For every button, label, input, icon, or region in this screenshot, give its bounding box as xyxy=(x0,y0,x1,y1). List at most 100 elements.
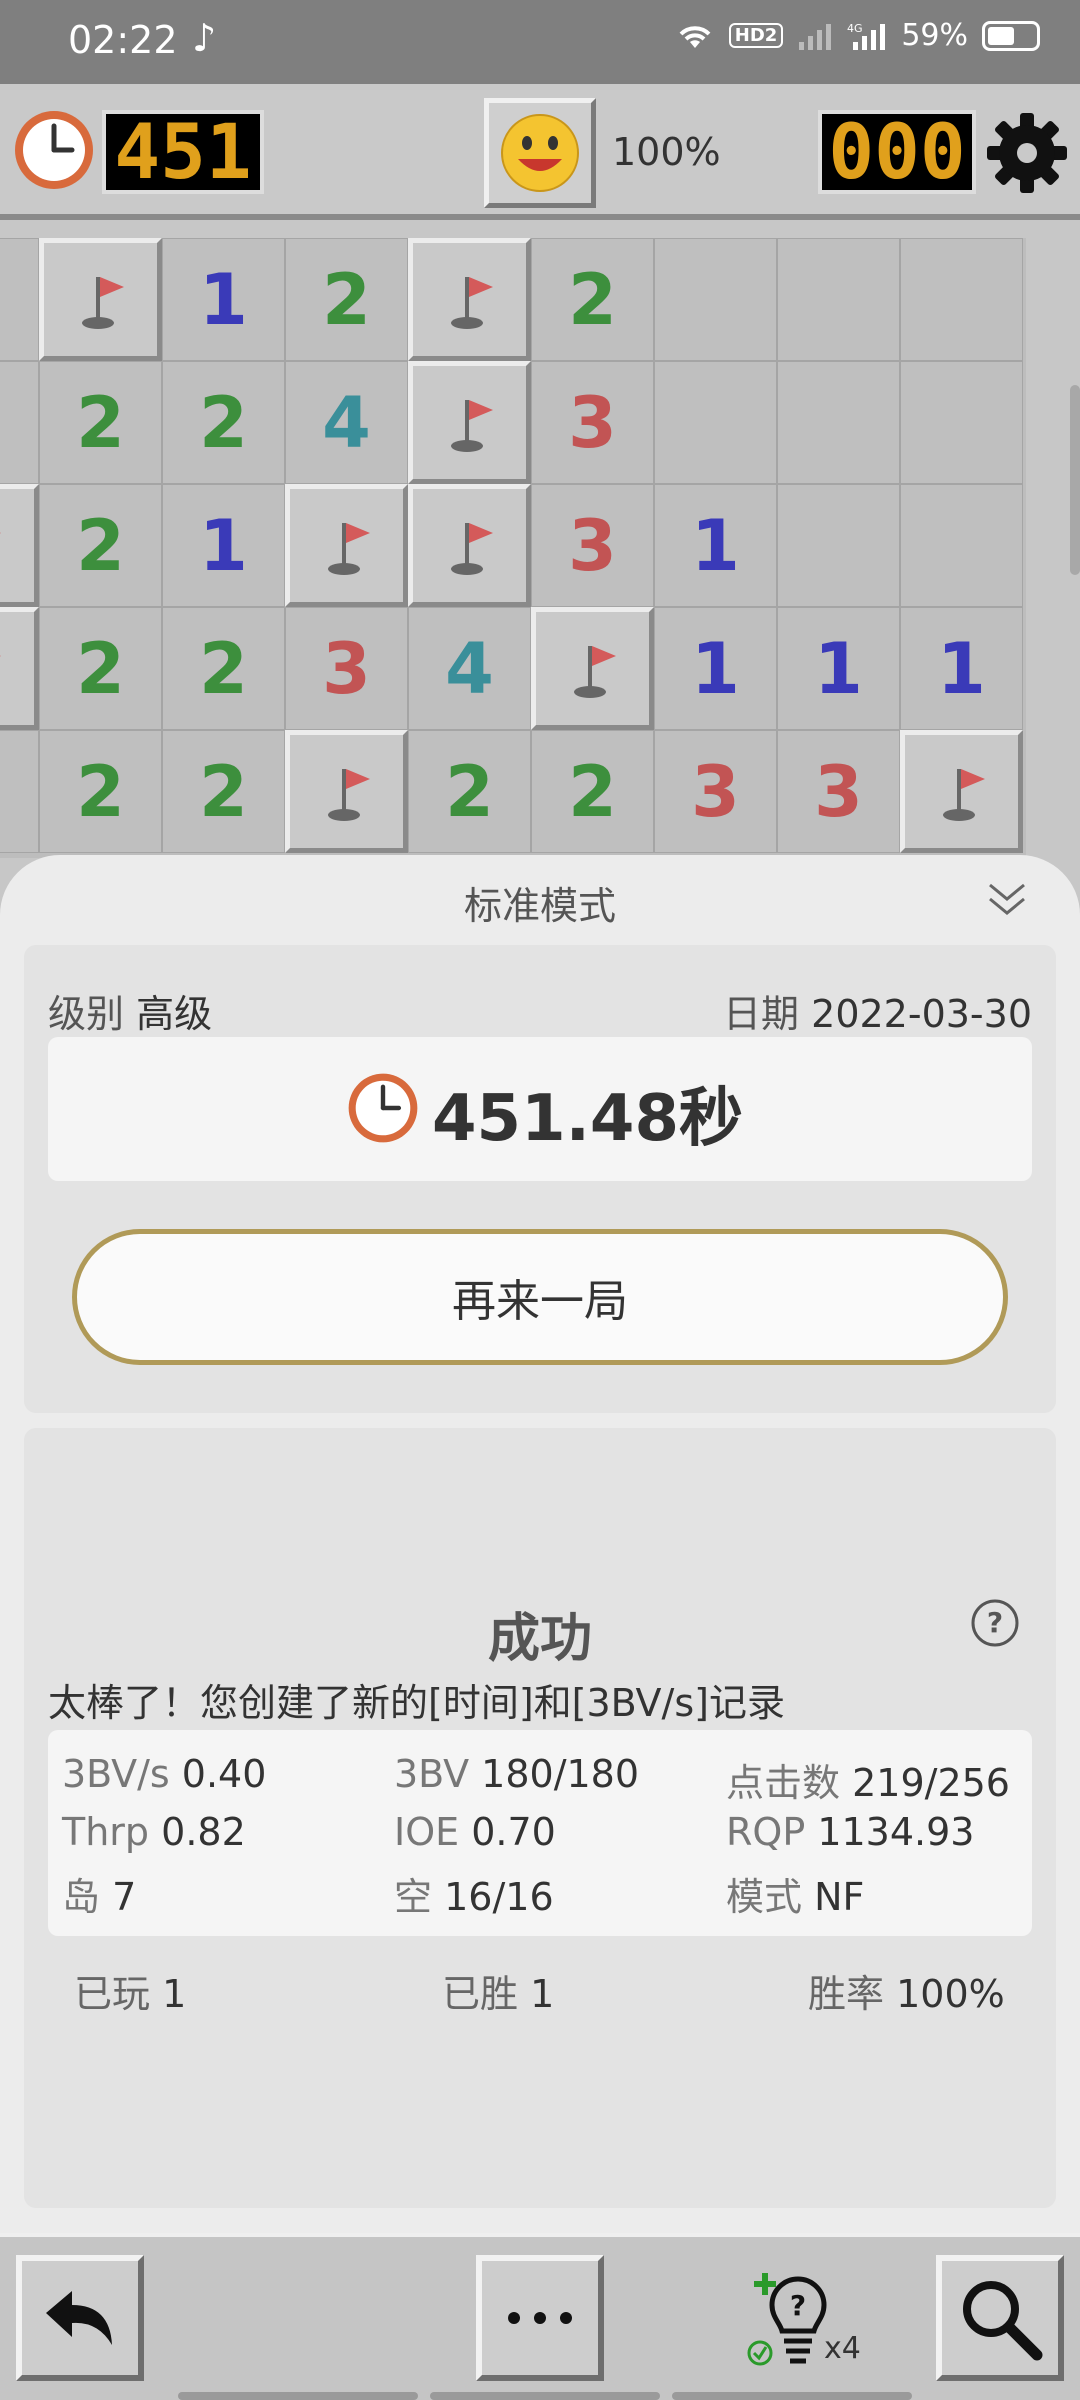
number-cell[interactable]: 4 xyxy=(408,607,531,730)
result-card: 级别 高级 日期 2022-03-30 451.48秒 再来一局 xyxy=(24,945,1056,1413)
number-cell[interactable]: 1 xyxy=(777,607,900,730)
empty-cell[interactable] xyxy=(777,361,900,484)
bottom-toolbar: ? x4 xyxy=(0,2233,1080,2400)
stat-label: 岛 xyxy=(62,1875,101,1919)
final-time-box: 451.48秒 xyxy=(48,1037,1032,1181)
clock-icon xyxy=(15,111,93,189)
number-cell[interactable]: 3 xyxy=(654,730,777,853)
date-value: 2022-03-30 xyxy=(811,992,1032,1036)
empty-cell[interactable] xyxy=(654,238,777,361)
empty-cell[interactable] xyxy=(654,361,777,484)
result-sheet: 标准模式 级别 高级 日期 2022-03-30 451.48秒 再来一局 成功 xyxy=(0,855,1080,2235)
more-button[interactable] xyxy=(476,2255,604,2381)
stat-value: 0.82 xyxy=(161,1810,246,1854)
summary-won: 已胜 1 xyxy=(442,1963,554,2018)
nav-indicator xyxy=(672,2392,912,2400)
number-cell[interactable]: 2 xyxy=(162,361,285,484)
flagged-cell[interactable] xyxy=(900,730,1023,853)
chevron-down-icon[interactable] xyxy=(982,875,1032,925)
battery-icon xyxy=(982,20,1040,51)
stat-label: IOE xyxy=(394,1810,460,1854)
summary-label: 胜率 xyxy=(808,1972,885,2016)
number-cell[interactable]: 2 xyxy=(39,607,162,730)
empty-cell[interactable] xyxy=(777,238,900,361)
play-again-button[interactable]: 再来一局 xyxy=(72,1229,1008,1365)
search-button[interactable] xyxy=(936,2255,1064,2381)
help-icon[interactable]: ? xyxy=(970,1598,1020,1648)
gear-icon[interactable] xyxy=(984,110,1070,196)
magnifier-icon xyxy=(963,2281,1043,2361)
number-cell[interactable]: 3 xyxy=(531,361,654,484)
number-cell[interactable]: 2 xyxy=(531,730,654,853)
flagged-cell[interactable] xyxy=(0,484,39,607)
number-cell[interactable]: 3 xyxy=(0,361,39,484)
number-cell[interactable]: 3 xyxy=(531,484,654,607)
stat-mode: 模式 NF xyxy=(726,1866,864,1921)
more-dots-icon xyxy=(508,2312,572,2324)
number-cell[interactable]: 2 xyxy=(162,730,285,853)
empty-cell[interactable] xyxy=(900,361,1023,484)
stat-value: 219/256 xyxy=(852,1761,1010,1805)
number-cell[interactable]: 2 xyxy=(162,607,285,730)
stats-box: 3BV/s 0.40 3BV 180/180 点击数 219/256 Thrp … xyxy=(48,1730,1032,1936)
number-cell[interactable]: 3 xyxy=(285,607,408,730)
stat-value: 1134.93 xyxy=(817,1810,975,1854)
number-cell[interactable]: 1 xyxy=(162,484,285,607)
flagged-cell[interactable] xyxy=(408,484,531,607)
number-cell[interactable]: 1 xyxy=(654,484,777,607)
number-cell[interactable]: 1 xyxy=(162,238,285,361)
number-cell[interactable]: 2 xyxy=(39,484,162,607)
flagged-cell[interactable] xyxy=(0,607,39,730)
number-cell[interactable]: 2 xyxy=(39,730,162,853)
number-cell[interactable]: 2 xyxy=(39,361,162,484)
flagged-cell[interactable] xyxy=(285,484,408,607)
undo-arrow-icon xyxy=(46,2291,112,2345)
flagged-cell[interactable] xyxy=(285,730,408,853)
stat-islands: 岛 7 xyxy=(62,1866,136,1921)
summary-played: 已玩 1 xyxy=(74,1963,186,2018)
number-cell[interactable]: 1 xyxy=(0,730,39,853)
flagged-cell[interactable] xyxy=(408,238,531,361)
stat-label: 3BV/s xyxy=(62,1752,170,1796)
flag-icon xyxy=(450,522,493,575)
stat-label: 点击数 xyxy=(726,1761,841,1805)
undo-button[interactable] xyxy=(16,2255,144,2381)
stat-label: 空 xyxy=(394,1875,433,1919)
empty-cell[interactable] xyxy=(900,238,1023,361)
number-cell[interactable]: 2 xyxy=(285,238,408,361)
side-scroll-handle[interactable] xyxy=(1070,385,1080,575)
nav-indicator xyxy=(430,2392,660,2400)
level-info: 级别 高级 xyxy=(48,983,212,1038)
battery-percent: 59% xyxy=(901,18,968,53)
stat-openings: 空 16/16 xyxy=(394,1866,554,1921)
empty-cell[interactable] xyxy=(777,484,900,607)
number-cell[interactable]: 2 xyxy=(0,238,39,361)
svg-text:?: ? xyxy=(987,1606,1003,1639)
number-cell[interactable]: 3 xyxy=(777,730,900,853)
number-cell[interactable]: 4 xyxy=(285,361,408,484)
mines-counter: 000 xyxy=(818,110,976,194)
flagged-cell[interactable] xyxy=(39,238,162,361)
flag-icon xyxy=(450,276,493,329)
stat-value: 16/16 xyxy=(444,1875,554,1919)
number-cell[interactable]: 1 xyxy=(654,607,777,730)
stat-label: RQP xyxy=(726,1810,806,1854)
number-cell[interactable]: 2 xyxy=(531,238,654,361)
number-cell[interactable]: 1 xyxy=(900,607,1023,730)
number-cell[interactable]: 2 xyxy=(408,730,531,853)
flagged-cell[interactable] xyxy=(408,361,531,484)
reset-smiley-button[interactable] xyxy=(484,98,596,208)
flagged-cell[interactable] xyxy=(531,607,654,730)
stat-label: Thrp xyxy=(62,1810,150,1854)
smiley-face-icon xyxy=(501,114,579,192)
flag-icon xyxy=(0,532,1,533)
flag-icon xyxy=(81,276,124,329)
stat-value: NF xyxy=(814,1875,865,1919)
date-label: 日期 xyxy=(723,992,800,1036)
empty-cell[interactable] xyxy=(900,484,1023,607)
stat-3bv: 3BV 180/180 xyxy=(394,1752,639,1796)
signal-sim1-icon xyxy=(799,23,832,50)
minefield-grid[interactable]: 212232243213122341111222233 xyxy=(0,238,1026,858)
svg-text:4G: 4G xyxy=(847,22,863,35)
stat-value: 7 xyxy=(112,1875,137,1919)
